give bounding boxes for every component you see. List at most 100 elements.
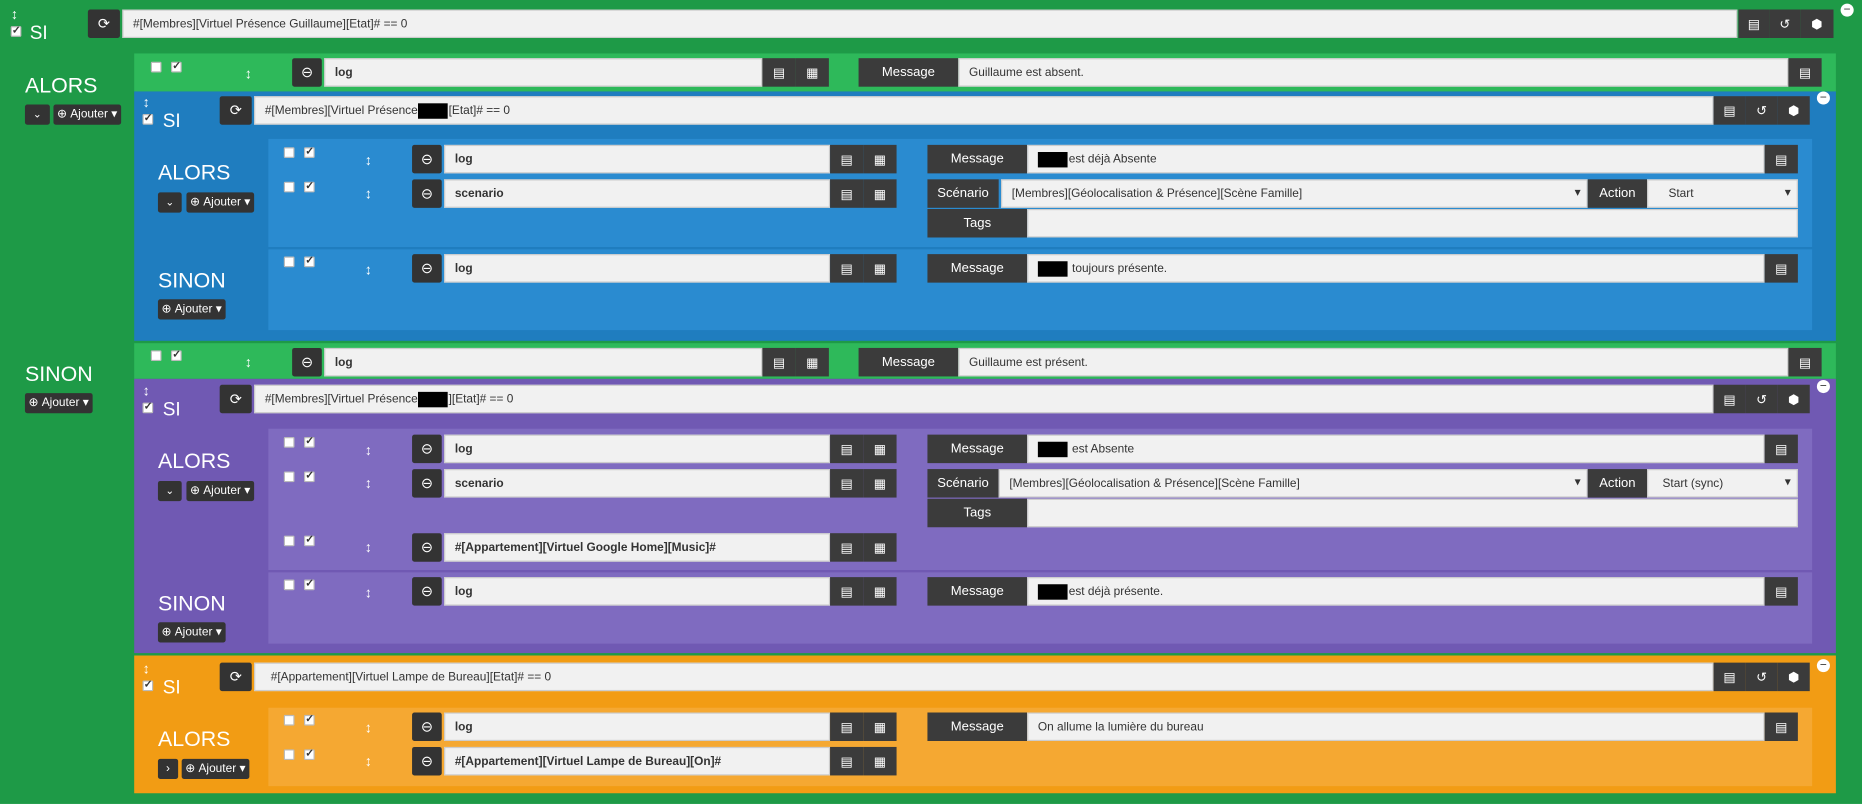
command-input[interactable]: log	[444, 712, 831, 741]
chevron-down-icon[interactable]: ⌄	[157, 192, 182, 213]
code-icon[interactable]: ▤	[1788, 58, 1822, 87]
code-icon[interactable]: ▤	[1764, 254, 1798, 283]
list-icon[interactable]: ▦	[863, 746, 897, 776]
code-icon[interactable]: ▤	[830, 577, 864, 606]
message-input[interactable]: toujours présente.	[1027, 254, 1765, 283]
minus-circle-icon[interactable]: ⊖	[412, 746, 442, 776]
code-icon[interactable]: ▤	[762, 58, 796, 87]
refresh-icon[interactable]: ⟳	[219, 384, 252, 414]
code-icon[interactable]: ▤	[830, 434, 864, 464]
scenario-select[interactable]: [Membres][Géolocalisation & Présence][Sc…	[998, 469, 1588, 498]
message-input[interactable]: est Absente	[1027, 434, 1765, 464]
option-checkbox[interactable]	[150, 350, 162, 361]
remove-block-icon[interactable]: −	[1816, 91, 1830, 105]
command-input[interactable]: log	[444, 434, 831, 464]
list-icon[interactable]: ▦	[863, 533, 897, 562]
command-input[interactable]: log	[444, 254, 831, 283]
message-input[interactable]: On allume la lumière du bureau	[1027, 712, 1765, 741]
command-input[interactable]: scenario	[444, 179, 831, 208]
option-checkbox[interactable]	[150, 61, 162, 73]
option-checkbox[interactable]	[283, 256, 295, 268]
drag-icon[interactable]: ↕	[365, 262, 372, 276]
option-checkbox[interactable]	[283, 181, 295, 193]
enable-checkbox[interactable]	[142, 678, 154, 692]
drag-icon[interactable]: ↕	[365, 754, 372, 768]
list-icon[interactable]: ▦	[863, 469, 897, 498]
enable-checkbox[interactable]	[304, 179, 315, 193]
enable-checkbox[interactable]	[171, 59, 182, 73]
drag-icon[interactable]: ↕	[245, 67, 252, 81]
history-icon[interactable]: ↺	[1769, 9, 1801, 38]
enable-checkbox[interactable]	[304, 577, 315, 591]
code-icon[interactable]: ▤	[1713, 384, 1746, 414]
drag-icon[interactable]: ↕	[143, 661, 150, 675]
refresh-icon[interactable]: ⟳	[219, 96, 252, 125]
copy-icon[interactable]: ⬢	[1777, 96, 1810, 125]
code-icon[interactable]: ▤	[830, 712, 864, 741]
refresh-icon[interactable]: ⟳	[87, 9, 120, 38]
enable-checkbox[interactable]	[10, 24, 22, 37]
message-input[interactable]: est déjà Absente	[1027, 144, 1765, 174]
command-input[interactable]: log	[324, 58, 763, 87]
minus-circle-icon[interactable]: ⊖	[412, 577, 442, 606]
drag-icon[interactable]: ↕	[365, 540, 372, 554]
drag-icon[interactable]: ↕	[143, 95, 150, 109]
add-button[interactable]: ⊕ Ajouter ▾	[53, 104, 121, 125]
enable-checkbox[interactable]	[142, 400, 154, 414]
list-icon[interactable]: ▦	[863, 254, 897, 283]
code-icon[interactable]: ▤	[1738, 9, 1770, 38]
minus-circle-icon[interactable]: ⊖	[412, 469, 442, 498]
list-icon[interactable]: ▦	[863, 434, 897, 464]
code-icon[interactable]: ▤	[830, 179, 864, 208]
list-icon[interactable]: ▦	[863, 179, 897, 208]
minus-circle-icon[interactable]: ⊖	[412, 144, 442, 174]
list-icon[interactable]: ▦	[863, 144, 897, 174]
option-checkbox[interactable]	[283, 749, 295, 760]
option-checkbox[interactable]	[283, 579, 295, 591]
message-input[interactable]: Guillaume est absent.	[958, 58, 1789, 87]
add-button[interactable]: ⊕ Ajouter ▾	[157, 299, 226, 320]
refresh-icon[interactable]: ⟳	[219, 662, 252, 692]
enable-checkbox[interactable]	[304, 747, 315, 760]
history-icon[interactable]: ↺	[1745, 96, 1778, 125]
list-icon[interactable]: ▦	[863, 712, 897, 741]
enable-checkbox[interactable]	[171, 348, 182, 361]
history-icon[interactable]: ↺	[1745, 384, 1778, 414]
scenario-select[interactable]: [Membres][Géolocalisation & Présence][Sc…	[1001, 179, 1588, 208]
remove-block-icon[interactable]: −	[1816, 380, 1830, 394]
enable-checkbox[interactable]	[304, 145, 315, 158]
add-button[interactable]: ⊕ Ajouter ▾	[186, 480, 254, 502]
code-icon[interactable]: ▤	[1713, 662, 1746, 692]
code-icon[interactable]: ▤	[830, 469, 864, 498]
tags-input[interactable]	[1027, 498, 1798, 528]
minus-circle-icon[interactable]: ⊖	[412, 533, 442, 562]
chevron-down-icon[interactable]: ⌄	[157, 480, 182, 502]
drag-icon[interactable]: ↕	[143, 384, 150, 398]
drag-icon[interactable]: ↕	[365, 443, 372, 457]
copy-icon[interactable]: ⬢	[1777, 384, 1810, 414]
list-icon[interactable]: ▦	[795, 58, 829, 87]
command-input[interactable]: #[Appartement][Virtuel Google Home][Musi…	[444, 533, 831, 562]
enable-checkbox[interactable]	[304, 435, 315, 448]
option-checkbox[interactable]	[283, 147, 295, 158]
code-icon[interactable]: ▤	[1764, 434, 1798, 464]
condition-input[interactable]: #[Membres][Virtuel Présence][Etat]# == 0	[254, 384, 1714, 414]
list-icon[interactable]: ▦	[863, 577, 897, 606]
condition-input[interactable]: #[Membres][Virtuel Présence [Etat]# == 0	[254, 96, 1714, 125]
action-select[interactable]: Start	[1647, 179, 1798, 208]
drag-icon[interactable]: ↕	[365, 585, 372, 599]
copy-icon[interactable]: ⬢	[1800, 9, 1834, 38]
command-input[interactable]: log	[444, 577, 831, 606]
code-icon[interactable]: ▤	[1788, 347, 1822, 377]
enable-checkbox[interactable]	[304, 469, 315, 483]
enable-checkbox[interactable]	[304, 713, 315, 726]
drag-icon[interactable]: ↕	[365, 186, 372, 200]
message-input[interactable]: Guillaume est présent.	[958, 347, 1789, 377]
remove-block-icon[interactable]: −	[1840, 3, 1854, 17]
drag-icon[interactable]: ↕	[365, 476, 372, 490]
condition-input[interactable]: #[Appartement][Virtuel Lampe de Bureau][…	[254, 662, 1714, 692]
list-icon[interactable]: ▦	[795, 347, 829, 377]
add-button[interactable]: ⊕ Ajouter ▾	[181, 758, 249, 779]
copy-icon[interactable]: ⬢	[1777, 662, 1810, 692]
minus-circle-icon[interactable]: ⊖	[412, 434, 442, 464]
